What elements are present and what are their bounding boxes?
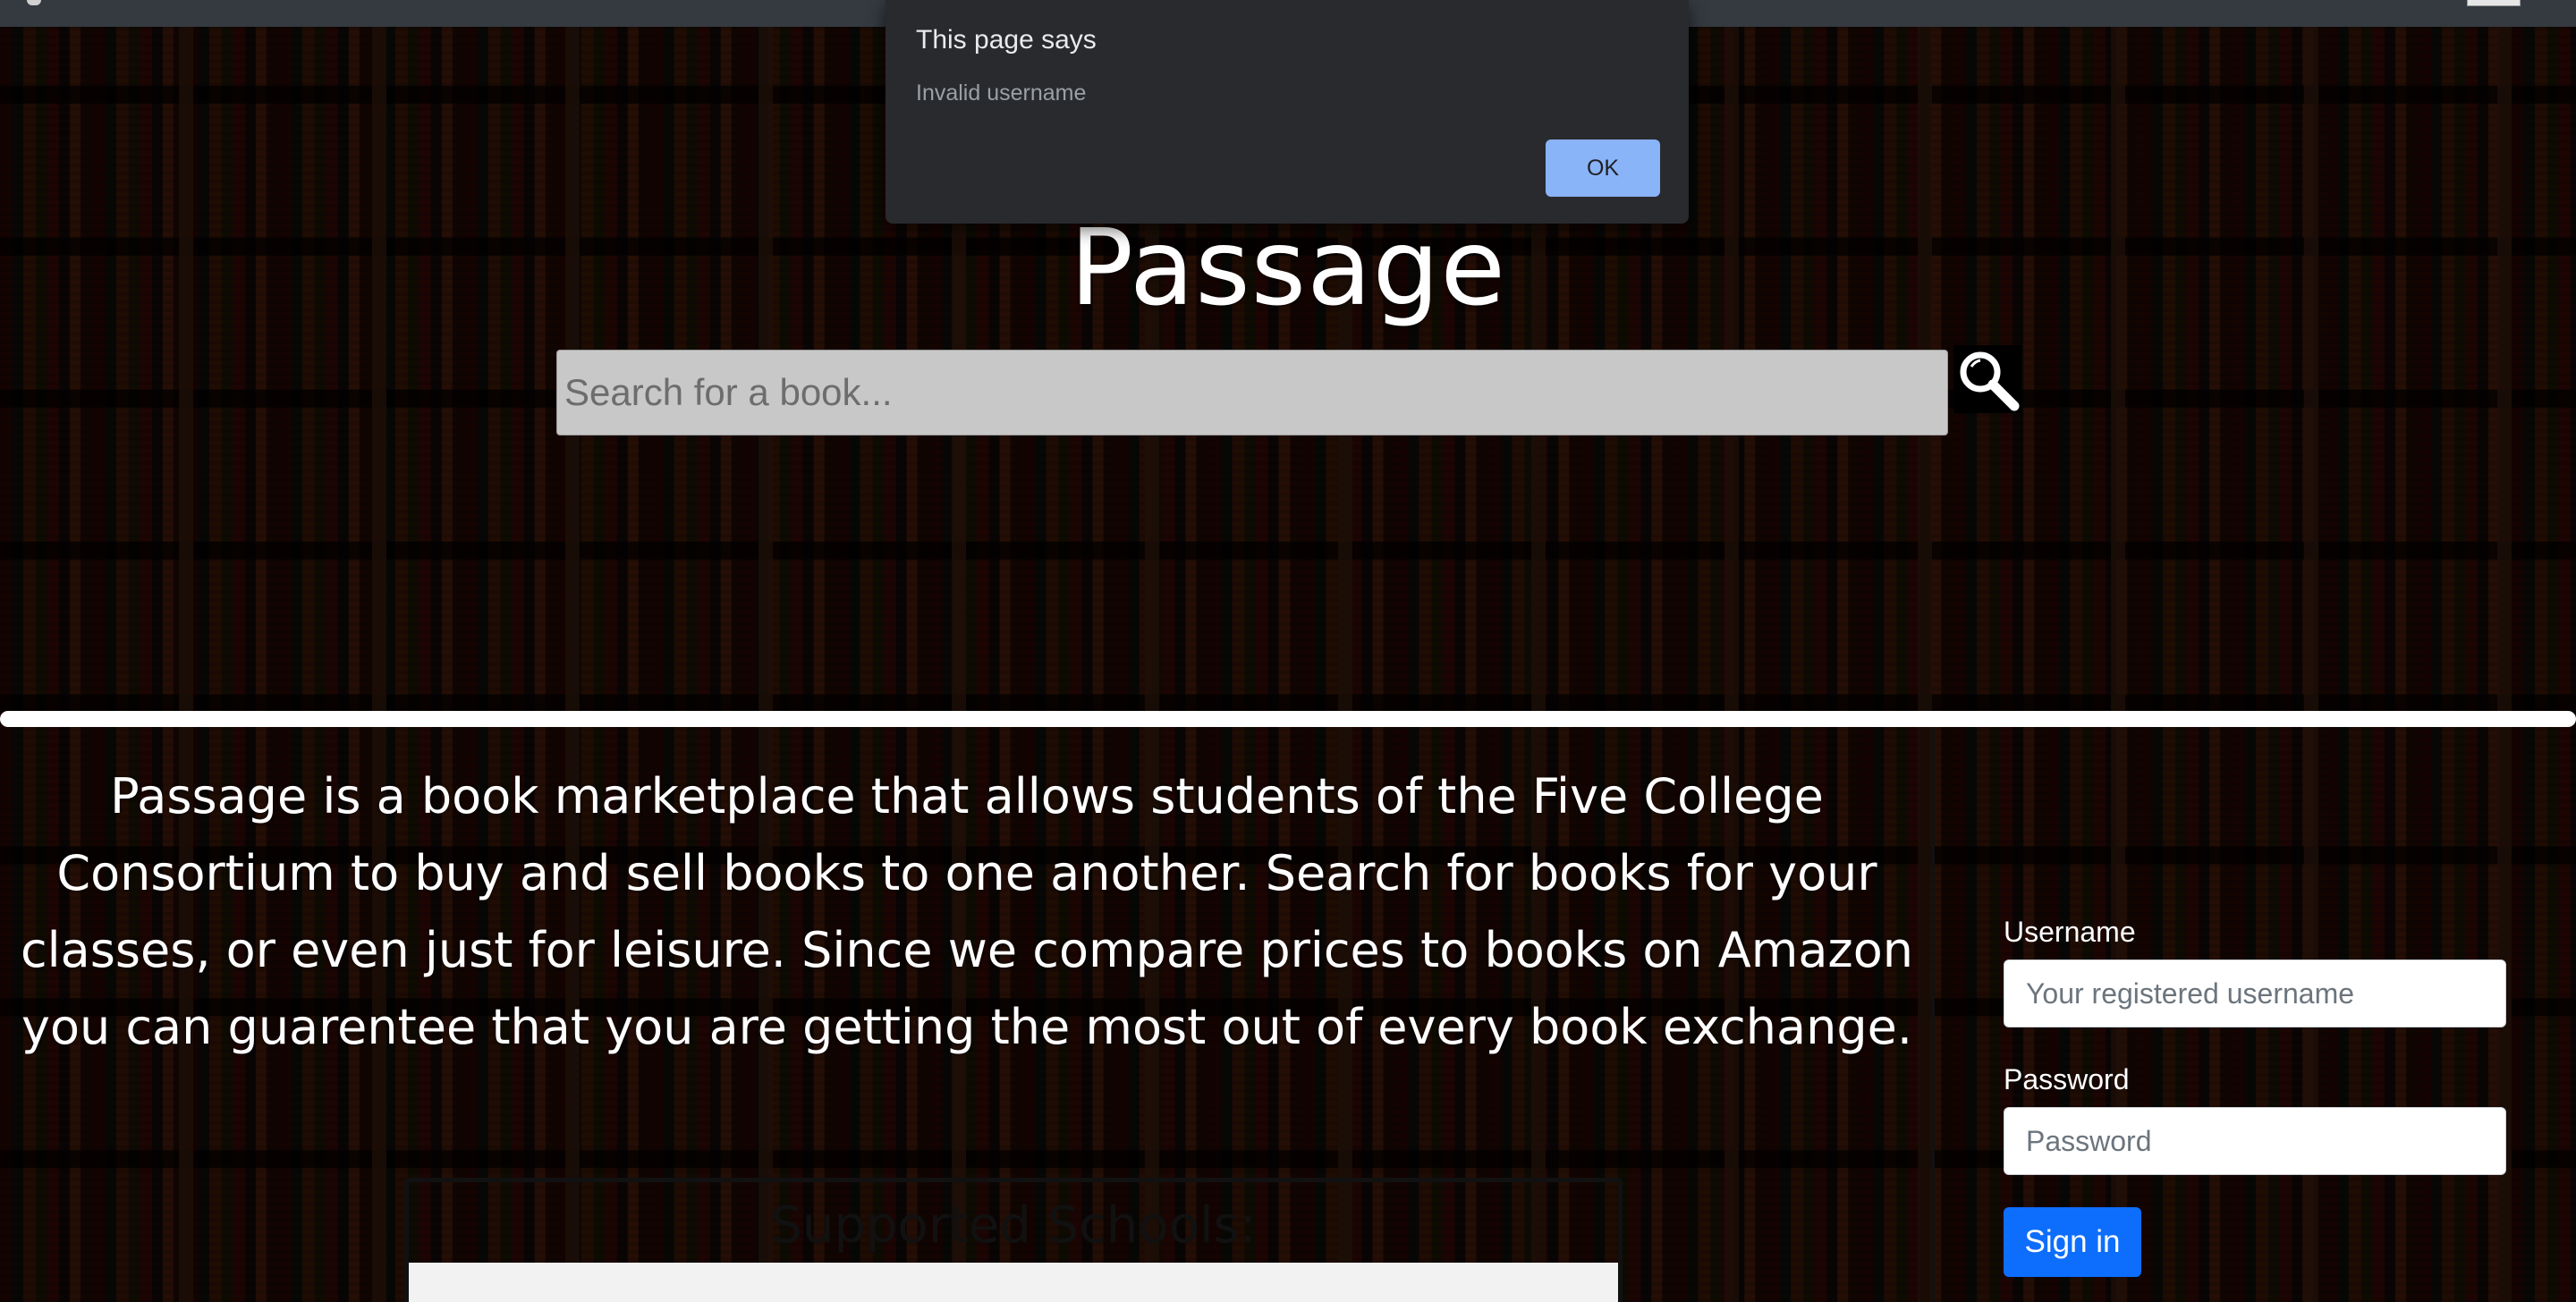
navbar-user-button[interactable] — [2467, 0, 2521, 6]
supported-schools-box: Supported Schools: — [404, 1178, 1623, 1302]
search-icon — [1960, 351, 2020, 411]
search-input[interactable] — [556, 350, 1948, 435]
alert-dialog: This page says Invalid username OK — [886, 0, 1689, 224]
login-form: Username Password Sign in — [2004, 916, 2506, 1277]
dialog-message: Invalid username — [916, 80, 1087, 106]
password-field[interactable] — [2004, 1107, 2506, 1175]
dialog-ok-button[interactable]: OK — [1546, 140, 1660, 197]
about-text: Passage is a book marketplace that allow… — [20, 768, 1914, 1055]
site-title: Passage — [1070, 206, 1506, 329]
search-button[interactable] — [1953, 345, 2021, 413]
supported-schools-list — [409, 1263, 1618, 1302]
username-label: Username — [2004, 916, 2136, 948]
navbar-logo[interactable] — [27, 0, 41, 5]
password-label: Password — [2004, 1063, 2130, 1095]
section-divider — [0, 711, 2576, 727]
supported-schools-title: Supported Schools: — [770, 1196, 1257, 1255]
dialog-title: This page says — [916, 25, 1097, 55]
column-divider — [1932, 729, 1935, 1302]
sign-in-button[interactable]: Sign in — [2004, 1207, 2141, 1277]
username-field[interactable] — [2004, 960, 2506, 1027]
